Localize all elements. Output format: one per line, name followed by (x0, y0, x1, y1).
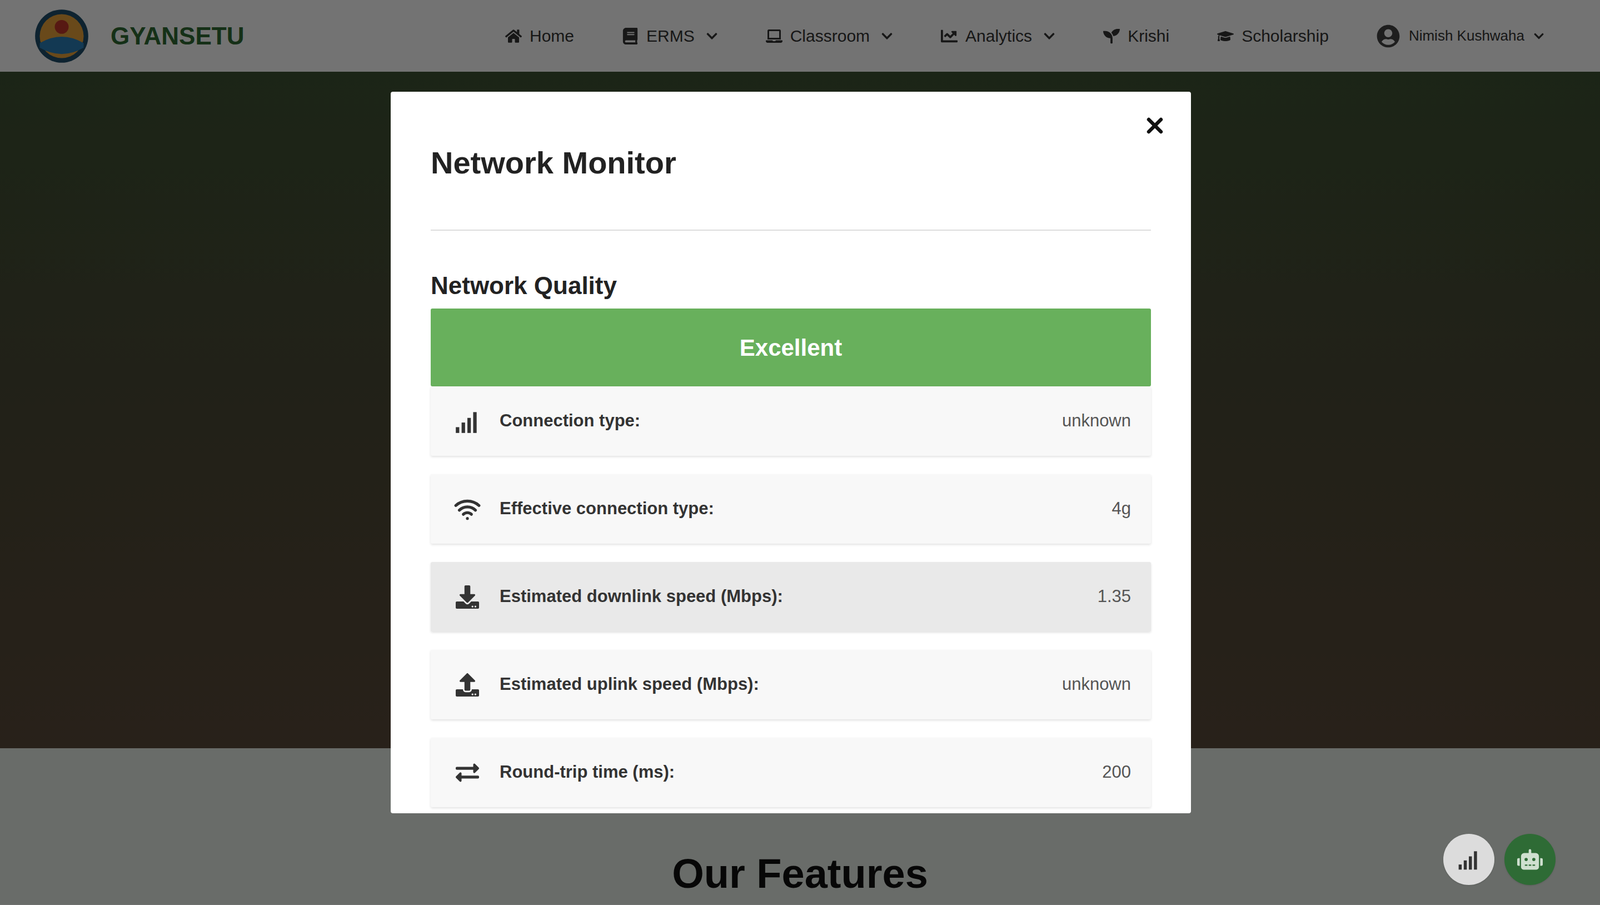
metric-label: Round-trip time (ms): (499, 759, 675, 786)
metric-label: Estimated downlink speed (Mbps): (499, 583, 784, 610)
network-button[interactable] (1443, 833, 1495, 885)
network-monitor-modal: Network MonitorNetwork QualityExcellentC… (390, 91, 1191, 814)
metric-value: 200 (1102, 759, 1131, 786)
floating-actions (1443, 833, 1556, 885)
metrics-list: Connection type: unknown Effective connect… (430, 386, 1151, 807)
metric-row[interactable]: Estimated downlink speed (Mbps): 1.35 (430, 561, 1151, 632)
upload-icon (455, 673, 480, 697)
metric-label: Effective connection type: (499, 495, 715, 522)
section-heading: Network Quality (430, 267, 1151, 304)
round-trip-icon (455, 760, 480, 785)
metric-value: 1.35 (1097, 583, 1131, 610)
quality-badge: Excellent (430, 308, 1151, 387)
metric-value: 4g (1112, 495, 1131, 522)
metric-label: Estimated uplink speed (Mbps): (499, 671, 760, 698)
metric-row[interactable]: Estimated uplink speed (Mbps): unknown (430, 649, 1151, 720)
metric-value: unknown (1062, 407, 1131, 435)
metric-row[interactable]: Round-trip time (ms): 200 (430, 737, 1151, 807)
app: GYANSETUHomeERMSClassroomAnalyticsKrishi… (0, 0, 1600, 905)
metric-value: unknown (1062, 671, 1131, 698)
chatbot-button[interactable] (1504, 833, 1556, 885)
metric-row[interactable]: Effective connection type: 4g (430, 474, 1151, 544)
signal-icon (1456, 846, 1482, 872)
modal-title: Network Monitor (430, 91, 1151, 231)
download-icon (455, 585, 480, 609)
close-icon (1142, 113, 1168, 138)
robot-icon (1517, 846, 1543, 872)
metric-label: Connection type: (499, 407, 641, 435)
signal-icon (453, 407, 482, 436)
close-button[interactable] (1140, 111, 1169, 140)
wifi-icon (453, 495, 482, 523)
metric-row[interactable]: Connection type: unknown (430, 386, 1151, 456)
